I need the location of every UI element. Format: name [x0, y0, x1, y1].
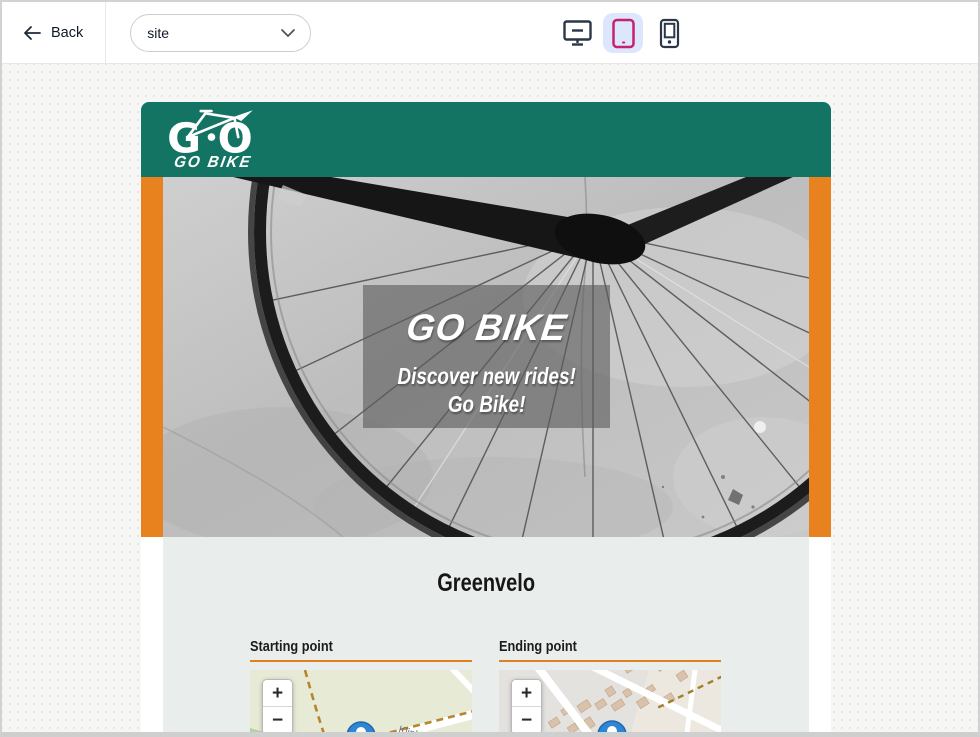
starting-point-column: Starting point	[250, 638, 472, 737]
site-header: G O GO BIKE	[141, 102, 831, 177]
hero-subtitle-line1: Discover new rides!	[397, 363, 575, 389]
editor-canvas: G O GO BIKE	[2, 64, 978, 734]
desktop-icon	[563, 20, 592, 47]
mobile-preview-button[interactable]	[649, 13, 689, 53]
zoom-out-button[interactable]: −	[263, 707, 292, 734]
starting-point-label: Starting point	[250, 638, 333, 655]
chevron-down-icon	[280, 28, 296, 38]
ending-point-column: Ending point	[499, 638, 721, 737]
top-toolbar: Back site	[2, 2, 978, 64]
maps-row: Starting point	[163, 638, 809, 737]
starting-point-map[interactable]: Klinkier + −	[250, 670, 472, 737]
place-label: Svjuzyna	[646, 733, 692, 737]
ending-point-label: Ending point	[499, 638, 577, 655]
brand-name: GO BIKE	[173, 154, 254, 172]
site-logo[interactable]: G O GO BIKE	[167, 108, 259, 172]
back-button[interactable]: Back	[2, 25, 83, 41]
zoom-in-button[interactable]: +	[512, 680, 541, 707]
page-select-value: site	[147, 25, 169, 41]
tablet-preview-button[interactable]	[603, 13, 643, 53]
hero-image: GO BIKE Discover new rides!Go Bike!	[163, 177, 809, 537]
bike-logo-icon: G O	[167, 108, 259, 160]
desktop-preview-button[interactable]	[557, 13, 597, 53]
app-window: Back site	[0, 0, 980, 737]
hero-section: GO BIKE Discover new rides!Go Bike!	[141, 177, 831, 537]
toolbar-divider	[105, 2, 106, 64]
starting-point-header: Starting point	[250, 638, 472, 662]
starting-map-zoom-control: + −	[262, 679, 293, 735]
device-preview-switcher	[557, 13, 689, 53]
back-label: Back	[51, 25, 83, 41]
site-body: Greenvelo Starting point	[141, 537, 831, 737]
back-arrow-icon	[22, 25, 42, 41]
tablet-icon	[611, 18, 636, 49]
section-heading: Greenvelo	[163, 569, 809, 598]
mobile-icon	[658, 18, 681, 49]
hero-title: GO BIKE	[404, 307, 570, 349]
hero-subtitle-line2: Go Bike!	[448, 391, 526, 417]
route-section: Greenvelo Starting point	[163, 537, 809, 737]
zoom-out-button[interactable]: −	[512, 707, 541, 734]
hero-overlay-card: GO BIKE Discover new rides!Go Bike!	[363, 285, 610, 428]
hero-subtitle: Discover new rides!Go Bike!	[397, 363, 575, 418]
ending-point-header: Ending point	[499, 638, 721, 662]
site-preview: G O GO BIKE	[141, 102, 831, 737]
ending-map-zoom-control: + −	[511, 679, 542, 735]
page-select-dropdown[interactable]: site	[130, 14, 311, 52]
zoom-in-button[interactable]: +	[263, 680, 292, 707]
ending-point-map[interactable]: Svjuzyna + −	[499, 670, 721, 737]
